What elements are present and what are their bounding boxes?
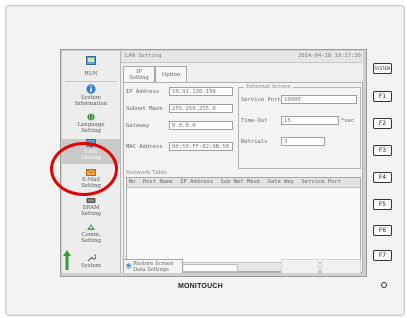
f1-key[interactable]: F1 xyxy=(373,91,392,102)
ip-address-label: IP Address xyxy=(126,89,160,95)
restore-screen-data-button[interactable]: Restore Screen Data Settings xyxy=(123,259,183,273)
sidebar-item-comm-setting[interactable]: Comm. Setting xyxy=(62,223,120,251)
sram-icon xyxy=(86,198,96,203)
wrench-icon xyxy=(87,254,96,262)
f5-key[interactable]: F5 xyxy=(373,199,392,210)
system-key[interactable]: SYSTEM xyxy=(373,63,392,74)
service-port-field[interactable]: 10000 xyxy=(281,95,357,104)
sidebar-item-system-information[interactable]: System Information xyxy=(62,84,120,110)
sidebar-item-label: RUN xyxy=(84,71,98,77)
time-out-unit: *sec xyxy=(341,118,355,124)
ip-address-field[interactable]: 10.91.130.198 xyxy=(169,87,233,96)
sidebar-item-label: SRAM Setting xyxy=(81,205,101,217)
disabled-button-2 xyxy=(321,259,361,273)
retrials-field[interactable]: 3 xyxy=(281,137,325,146)
sidebar-item-label: Comm. Setting xyxy=(81,232,101,244)
sidebar-item-label: System xyxy=(81,263,101,269)
lan-setting-window: LAN Setting 2014-04-18 19:17:30 IP Setti… xyxy=(121,51,363,273)
sidebar-item-label: Language Setting xyxy=(77,122,105,134)
col-gateway: Gate Way xyxy=(267,179,295,185)
comm-icon xyxy=(87,224,95,230)
f7-key[interactable]: F7 xyxy=(373,250,392,261)
external-access-title: External Access xyxy=(244,84,293,90)
window-titlebar: LAN Setting 2014-04-18 19:17:30 xyxy=(121,51,363,63)
datetime: 2014-04-18 19:17:30 xyxy=(298,53,361,59)
power-led-icon xyxy=(381,282,387,288)
ip-setting-panel: IP Address 10.91.130.198 Subnet Mask 255… xyxy=(123,82,363,273)
network-table-title: Network Table xyxy=(126,170,168,176)
f2-key[interactable]: F2 xyxy=(373,118,392,129)
disabled-button-1 xyxy=(281,259,319,273)
divider xyxy=(65,81,117,82)
window-title: LAN Setting xyxy=(125,53,162,59)
col-service-port: Service Port xyxy=(301,179,342,185)
network-table: No Host Name IP Address Sub Net Mask Gat… xyxy=(126,177,361,272)
language-icon xyxy=(87,113,95,121)
restore-icon xyxy=(126,263,132,269)
f3-key[interactable]: F3 xyxy=(373,145,392,156)
f4-key[interactable]: F4 xyxy=(373,172,392,183)
run-icon xyxy=(86,56,96,65)
col-no: No xyxy=(129,179,136,185)
retrials-label: Retrials xyxy=(241,139,268,145)
f6-key[interactable]: F6 xyxy=(373,225,392,236)
gateway-label: Gateway xyxy=(126,123,150,129)
subnet-mask-field[interactable]: 255.255.255.0 xyxy=(169,104,233,113)
time-out-label: Time-Out xyxy=(241,118,268,124)
gateway-field[interactable]: 0.0.0.0 xyxy=(169,121,233,130)
col-subnet-mask: Sub Net Mask xyxy=(220,179,261,185)
mac-address-label: MAC Address xyxy=(126,144,163,150)
col-host-name: Host Name xyxy=(142,179,173,185)
service-port-label: Service Port xyxy=(241,97,281,103)
brand-logo: MONITOUCH xyxy=(178,283,223,290)
sidebar-item-run[interactable]: RUN xyxy=(62,56,120,80)
info-icon xyxy=(86,84,96,94)
mac-address-field: 00:50:FF:02:9B:5E xyxy=(169,142,233,151)
scroll-up-arrow-icon[interactable] xyxy=(63,250,71,270)
subnet-mask-label: Subnet Mask xyxy=(126,106,163,112)
sidebar-item-sram-setting[interactable]: SRAM Setting xyxy=(62,197,120,223)
col-ip-address: IP Address xyxy=(180,179,214,185)
sidebar-item-label: System Information xyxy=(74,95,108,107)
external-access-group: External Access Service Port 10000 Time-… xyxy=(238,84,361,169)
network-table-header: No Host Name IP Address Sub Net Mask Gat… xyxy=(127,178,360,188)
highlight-circle xyxy=(50,142,118,196)
sidebar-item-language-setting[interactable]: Language Setting xyxy=(62,113,120,139)
time-out-field[interactable]: 15 xyxy=(281,116,339,125)
